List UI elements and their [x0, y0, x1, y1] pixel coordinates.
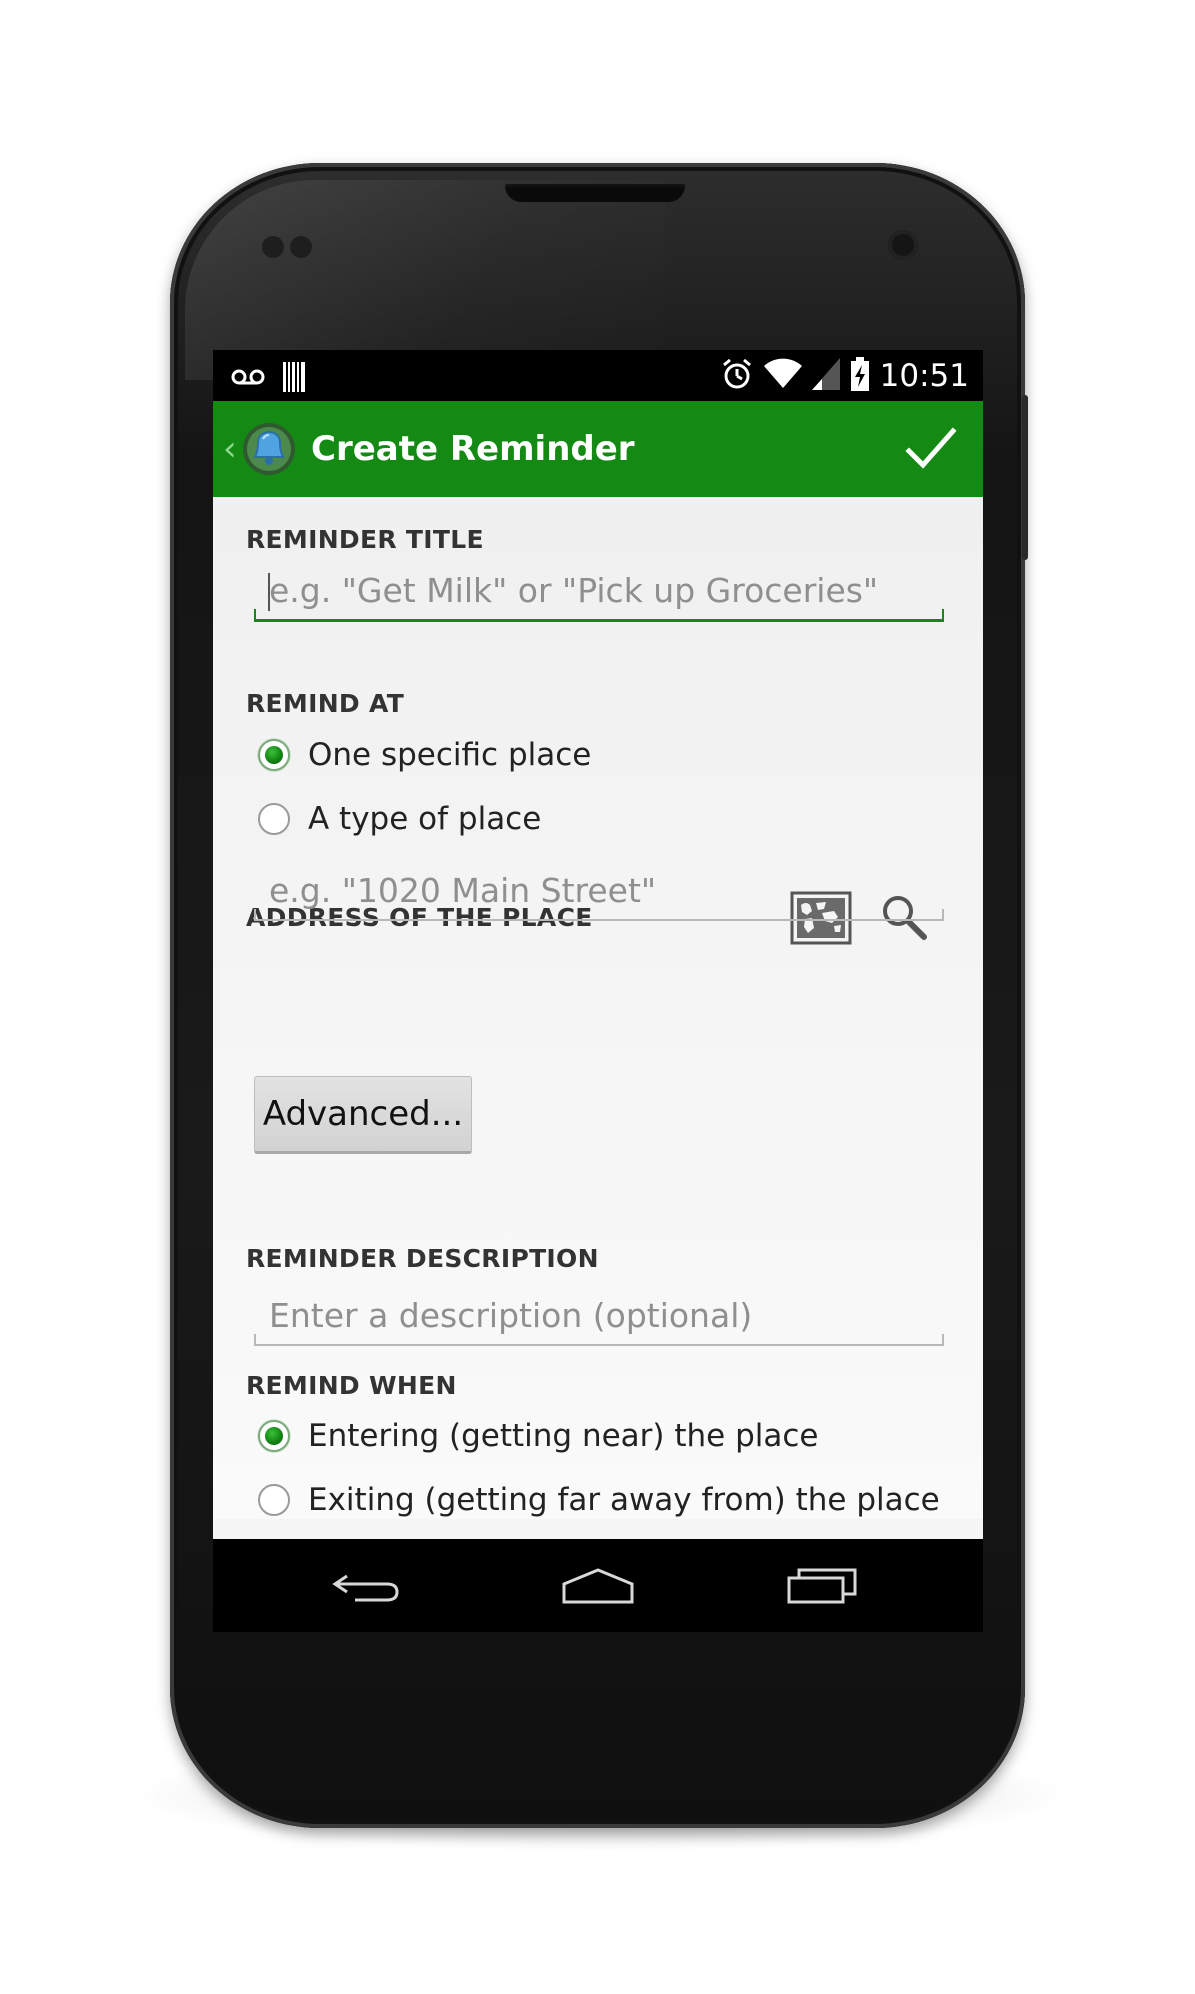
remind-when-option-entering[interactable]: Entering (getting near) the place	[258, 1418, 819, 1454]
radio-unselected[interactable]	[258, 1484, 290, 1516]
radio-selected[interactable]	[258, 739, 290, 771]
address-input[interactable]: e.g. "1020 Main Street"	[254, 861, 944, 921]
radio-selected[interactable]	[258, 1420, 290, 1452]
recents-icon[interactable]	[783, 1564, 863, 1610]
reminder-title-placeholder: e.g. "Get Milk" or "Pick up Groceries"	[269, 571, 879, 610]
battery-charging-icon	[850, 357, 870, 395]
description-input[interactable]: Enter a description (optional)	[254, 1286, 944, 1346]
home-icon[interactable]	[558, 1564, 638, 1610]
status-bar: 10:51	[213, 350, 983, 401]
radio-unselected[interactable]	[258, 803, 290, 835]
address-placeholder: e.g. "1020 Main Street"	[269, 871, 657, 910]
bell-icon[interactable]	[241, 421, 297, 477]
volume-button[interactable]	[1022, 395, 1028, 560]
remind-at-option-label: A type of place	[308, 801, 542, 837]
reminder-form: REMINDER TITLE e.g. "Get Milk" or "Pick …	[213, 497, 983, 1519]
voicemail-icon	[231, 367, 265, 391]
remind-at-label: REMIND AT	[246, 689, 405, 718]
wifi-icon	[763, 358, 802, 394]
alarm-icon	[720, 357, 754, 395]
reminder-title-input[interactable]: e.g. "Get Milk" or "Pick up Groceries"	[254, 561, 944, 622]
proximity-sensor	[262, 236, 284, 258]
light-sensor	[290, 236, 312, 258]
reminder-title-label: REMINDER TITLE	[246, 525, 484, 554]
remind-when-option-label: Exiting (getting far away from) the plac…	[308, 1482, 940, 1518]
page-title: Create Reminder	[311, 429, 635, 469]
remind-when-option-exiting[interactable]: Exiting (getting far away from) the plac…	[258, 1482, 940, 1518]
advanced-button[interactable]: Advanced...	[254, 1076, 472, 1154]
remind-at-option-type-of-place[interactable]: A type of place	[258, 801, 541, 837]
chevron-left-icon[interactable]: ‹	[223, 429, 237, 469]
checkmark-icon[interactable]	[901, 419, 961, 479]
back-icon[interactable]	[331, 1564, 411, 1610]
action-bar: ‹ Create Reminder	[213, 401, 983, 497]
remind-at-option-label: One specific place	[308, 737, 592, 773]
front-camera	[888, 230, 918, 260]
description-label: REMINDER DESCRIPTION	[246, 1244, 599, 1273]
phone-screen: 10:51 ‹ Create Reminder REMINDER TITLE e…	[213, 350, 983, 1632]
signal-icon	[811, 358, 840, 394]
remind-when-label: REMIND WHEN	[246, 1371, 457, 1400]
barcode-icon	[283, 362, 305, 396]
navigation-bar	[213, 1539, 983, 1632]
remind-when-option-label: Entering (getting near) the place	[308, 1418, 819, 1454]
remind-at-option-specific-place[interactable]: One specific place	[258, 737, 591, 773]
earpiece-speaker	[505, 184, 685, 202]
description-placeholder: Enter a description (optional)	[269, 1296, 753, 1335]
status-time: 10:51	[879, 358, 969, 394]
